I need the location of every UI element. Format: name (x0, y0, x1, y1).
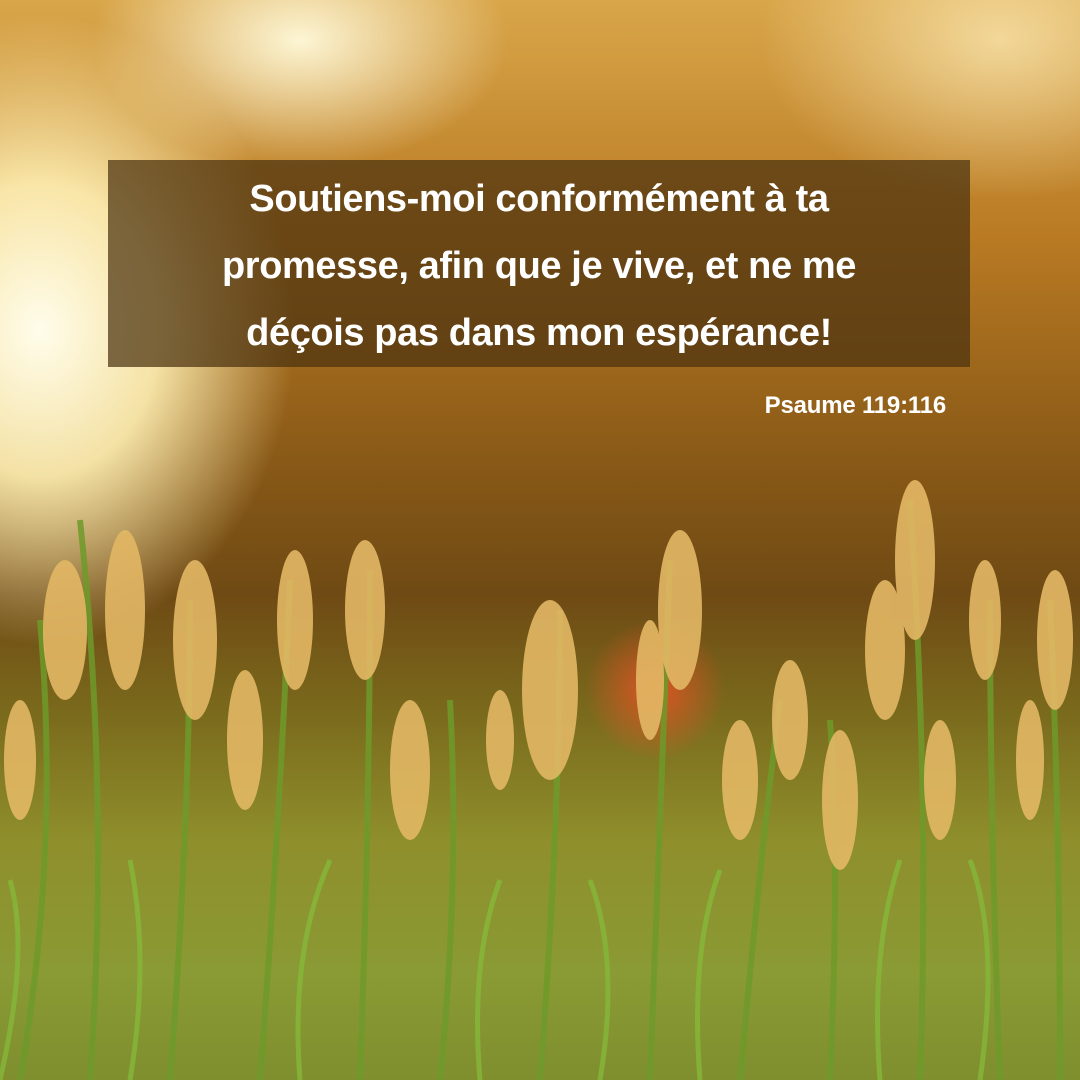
verse-line-2: promesse, afin que je vive, et ne me (222, 245, 856, 287)
verse-text: Soutiens-moi conformément à ta promesse,… (108, 166, 970, 367)
verse-reference: Psaume 119:116 (764, 392, 947, 419)
verse-line-3: déçois pas dans mon espérance! (246, 312, 832, 354)
verse-line-1: Soutiens-moi conformément à ta (249, 178, 829, 220)
